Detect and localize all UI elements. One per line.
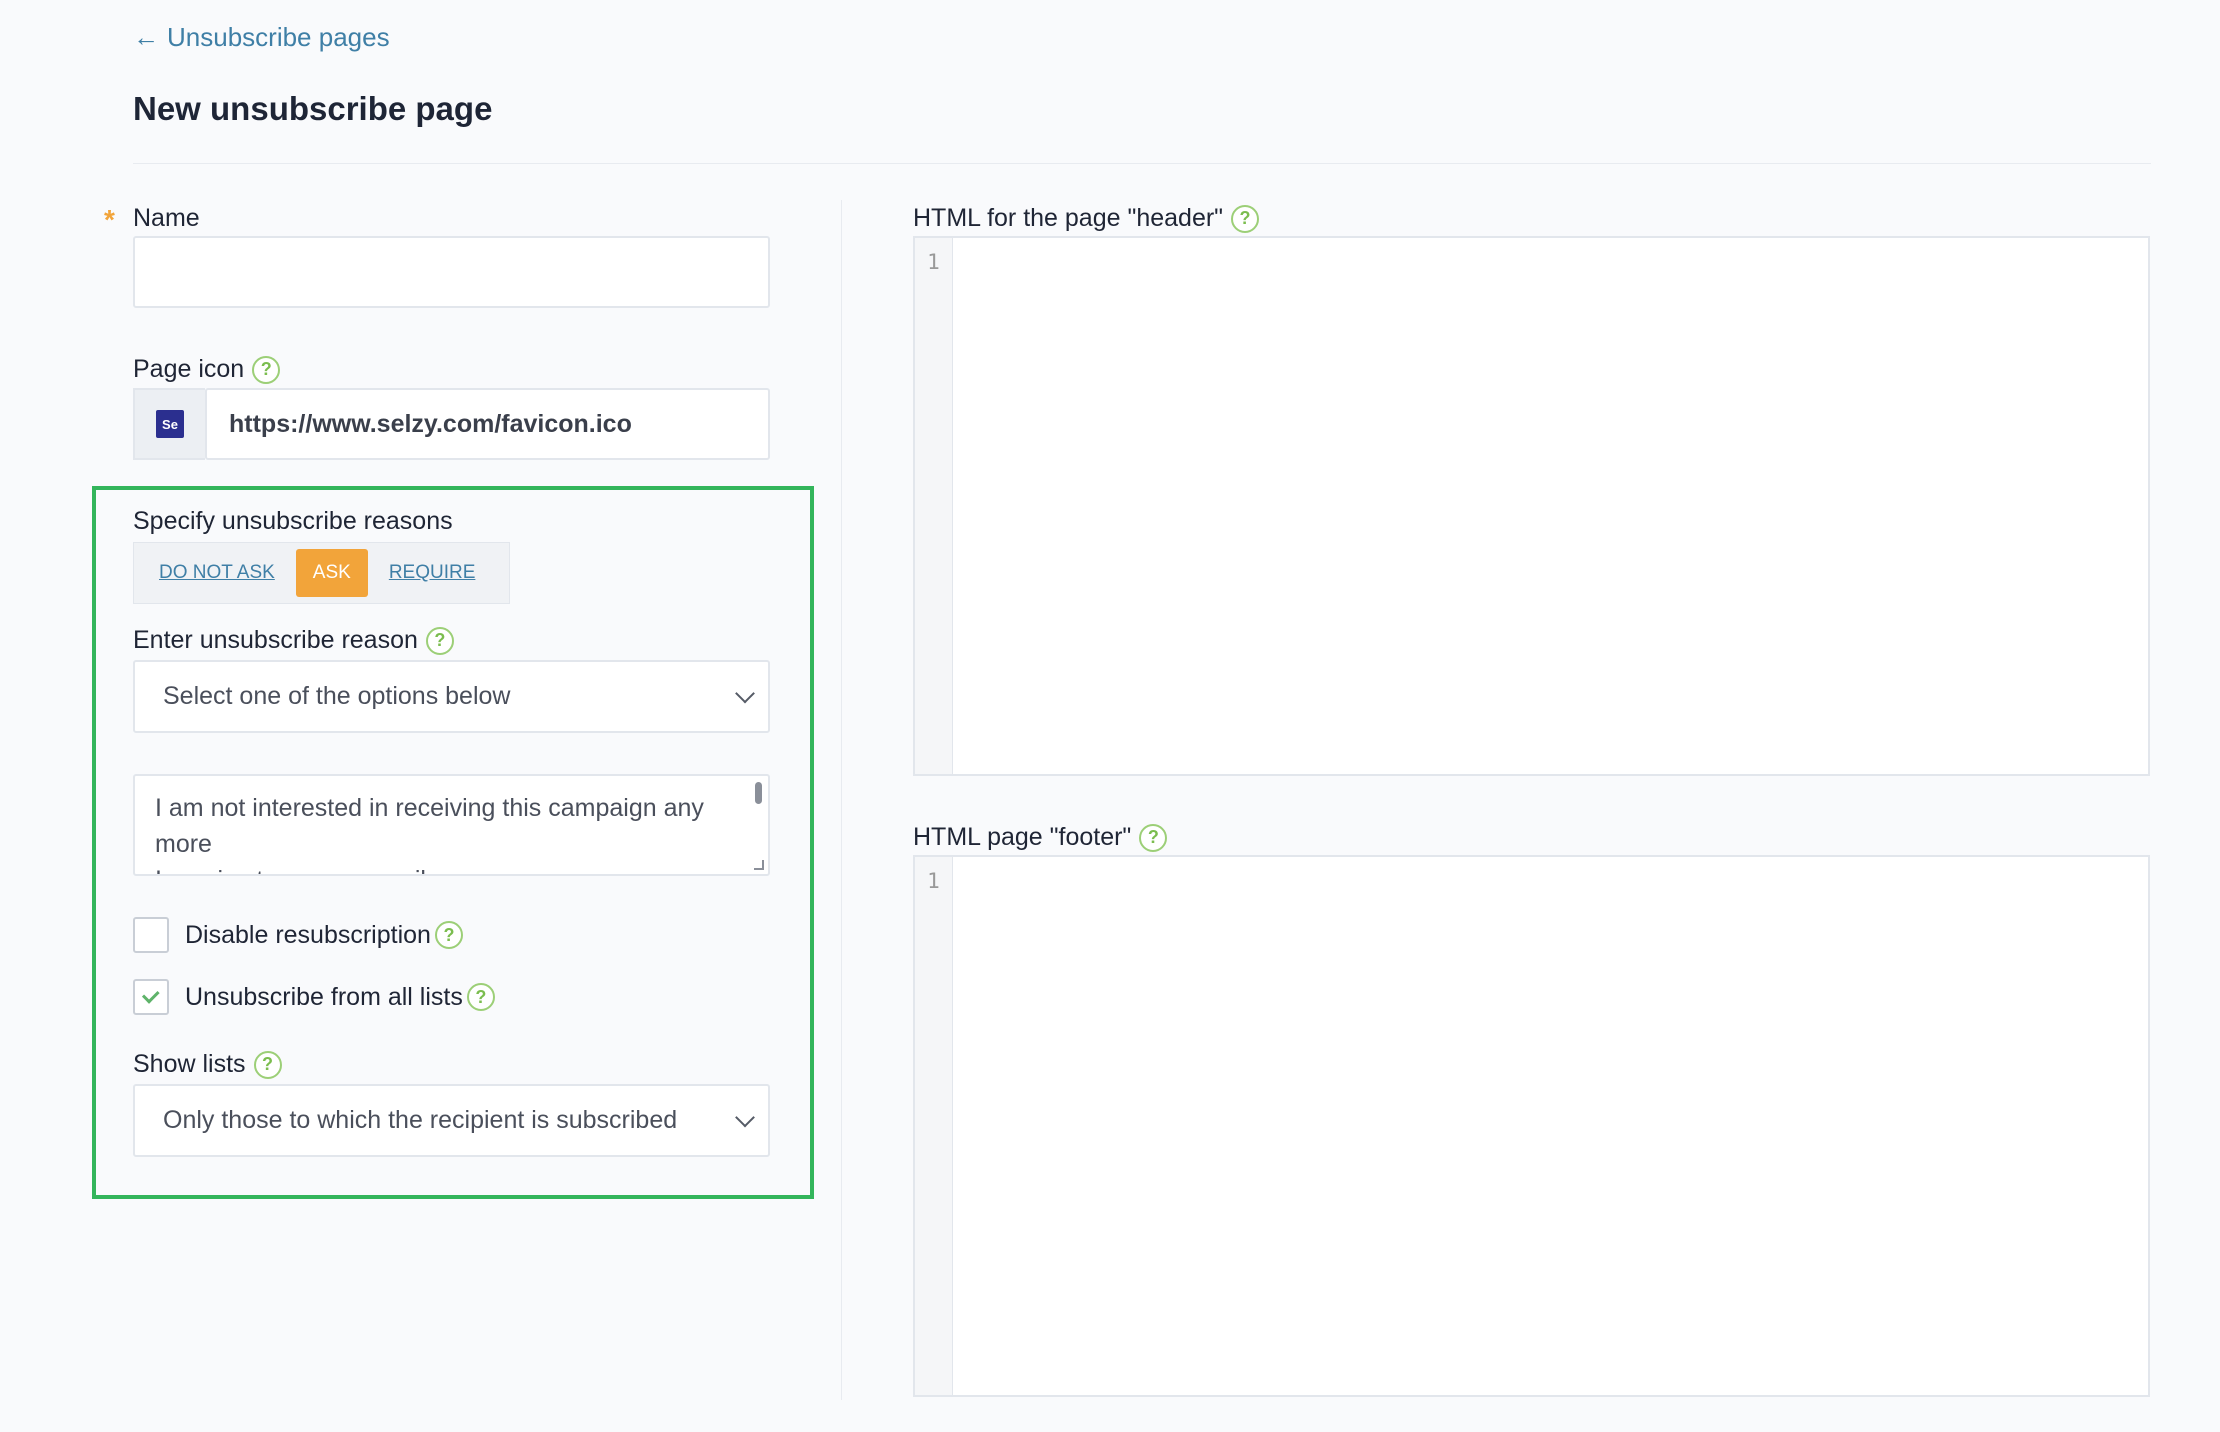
help-icon[interactable]: ? [1139, 823, 1168, 852]
textarea-scrollbar[interactable] [755, 782, 762, 804]
header-html-label: HTML for the page "header" ? [913, 204, 1260, 233]
help-icon[interactable]: ? [252, 355, 281, 384]
title-divider [133, 163, 2151, 164]
reason-mode-toggle: DO NOT ASK ASK REQUIRE [133, 542, 510, 604]
disable-resubscription-checkbox[interactable] [133, 917, 169, 953]
unsubscribe-all-lists-option[interactable]: Unsubscribe from all lists ? [133, 979, 495, 1015]
favicon-preview: Se [133, 388, 205, 460]
name-label: Name [133, 204, 200, 232]
help-icon[interactable]: ? [1231, 204, 1260, 233]
show-lists-value: Only those to which the recipient is sub… [163, 1106, 678, 1134]
do-not-ask-button[interactable]: DO NOT ASK [142, 549, 292, 597]
line-number-gutter: 1 [915, 238, 953, 774]
reason-select[interactable]: Select one of the options below [133, 660, 770, 733]
header-html-editor[interactable]: 1 [913, 236, 2150, 776]
line-number-gutter: 1 [915, 857, 953, 1395]
reason-select-value: Select one of the options below [163, 682, 511, 710]
help-icon[interactable]: ? [434, 921, 463, 949]
help-icon[interactable]: ? [425, 626, 454, 655]
line-number: 1 [927, 250, 940, 274]
unsubscribe-all-lists-label: Unsubscribe from all lists [185, 982, 463, 1011]
name-input[interactable] [133, 236, 770, 308]
column-divider [841, 200, 842, 1400]
page-icon-label: Page icon ? [133, 355, 281, 384]
footer-html-label: HTML page "footer" ? [913, 823, 1168, 852]
page-icon-url-input[interactable]: https://www.selzy.com/favicon.ico [205, 388, 770, 460]
chevron-down-icon [735, 1107, 755, 1127]
resize-handle-icon[interactable] [754, 860, 764, 870]
help-icon[interactable]: ? [253, 1050, 282, 1079]
reasons-textarea[interactable]: I am not interested in receiving this ca… [133, 774, 770, 876]
checkmark-icon [141, 986, 160, 1004]
unsubscribe-all-lists-checkbox[interactable] [133, 979, 169, 1015]
required-asterisk-icon: * [104, 204, 115, 235]
chevron-down-icon [735, 683, 755, 703]
selzy-favicon-icon: Se [156, 410, 184, 438]
help-icon[interactable]: ? [466, 983, 495, 1011]
require-button[interactable]: REQUIRE [372, 549, 493, 597]
arrow-left-icon: ← [133, 22, 159, 52]
back-link-label: Unsubscribe pages [167, 22, 390, 52]
disable-resubscription-label: Disable resubscription [185, 920, 431, 949]
back-link[interactable]: ← Unsubscribe pages [133, 22, 390, 53]
show-lists-select[interactable]: Only those to which the recipient is sub… [133, 1084, 770, 1157]
page-title: New unsubscribe page [133, 90, 493, 127]
specify-reasons-label: Specify unsubscribe reasons [133, 507, 453, 535]
footer-html-editor[interactable]: 1 [913, 855, 2150, 1397]
enter-reason-label: Enter unsubscribe reason ? [133, 626, 454, 655]
disable-resubscription-option[interactable]: Disable resubscription ? [133, 917, 463, 953]
ask-button[interactable]: ASK [295, 549, 368, 597]
line-number: 1 [927, 869, 940, 893]
reasons-text-line: I am not interested in receiving this ca… [155, 794, 704, 858]
show-lists-label: Show lists ? [133, 1050, 282, 1079]
reasons-text-line: I receive too many emails [155, 862, 728, 874]
